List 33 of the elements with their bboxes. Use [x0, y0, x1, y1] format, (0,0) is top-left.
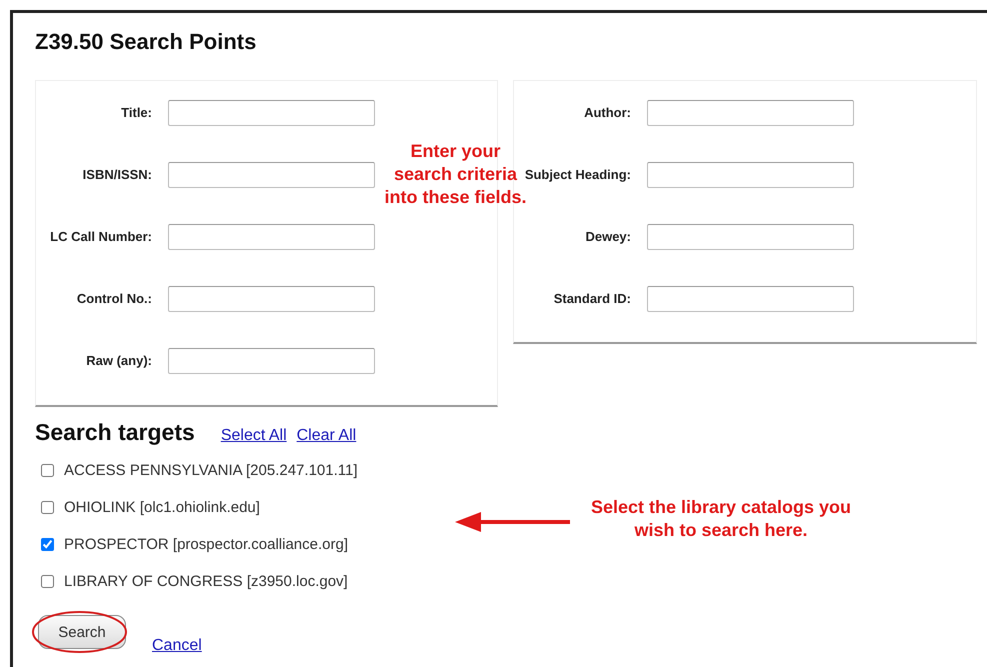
target-label: PROSPECTOR [prospector.coalliance.org] [64, 536, 348, 553]
page-title: Z39.50 Search Points [35, 29, 258, 55]
input-field[interactable] [168, 224, 375, 250]
field-label: Standard ID: [552, 290, 631, 307]
text-link[interactable]: Clear All [296, 427, 356, 445]
target-label: LIBRARY OF CONGRESS [z3950.loc.gov] [64, 573, 348, 590]
field-label: Raw (any): [85, 352, 152, 369]
input-field[interactable] [647, 100, 854, 126]
checkbox[interactable] [41, 575, 54, 588]
target-label: ACCESS PENNSYLVANIA [205.247.101.11] [64, 462, 358, 479]
search-button[interactable]: Search [38, 615, 126, 649]
field-label: Dewey: [584, 228, 631, 245]
checkbox[interactable] [41, 501, 54, 514]
input-field[interactable] [168, 348, 375, 374]
input-field[interactable] [168, 286, 375, 312]
field-label: Author: [583, 104, 631, 121]
cancel-link[interactable]: Cancel [152, 637, 202, 655]
input-field[interactable] [647, 224, 854, 250]
field-label: LC Call Number: [49, 228, 152, 245]
section-heading: Search targets [35, 419, 195, 446]
field-label: Control No.: [76, 290, 152, 307]
input-field[interactable] [647, 162, 854, 188]
target-label: OHIOLINK [olc1.ohiolink.edu] [64, 499, 260, 516]
input-field[interactable] [647, 286, 854, 312]
checkbox[interactable] [41, 464, 54, 477]
field-label: Subject Heading: [524, 166, 631, 183]
checkbox[interactable] [41, 538, 54, 551]
input-field[interactable] [168, 162, 375, 188]
field-label: ISBN/ISSN: [82, 166, 152, 183]
annotation-text: Select the library catalogs you wish to search here. [590, 496, 852, 542]
input-field[interactable] [168, 100, 375, 126]
field-label: Title: [120, 104, 152, 121]
text-link[interactable]: Select All [220, 427, 287, 445]
